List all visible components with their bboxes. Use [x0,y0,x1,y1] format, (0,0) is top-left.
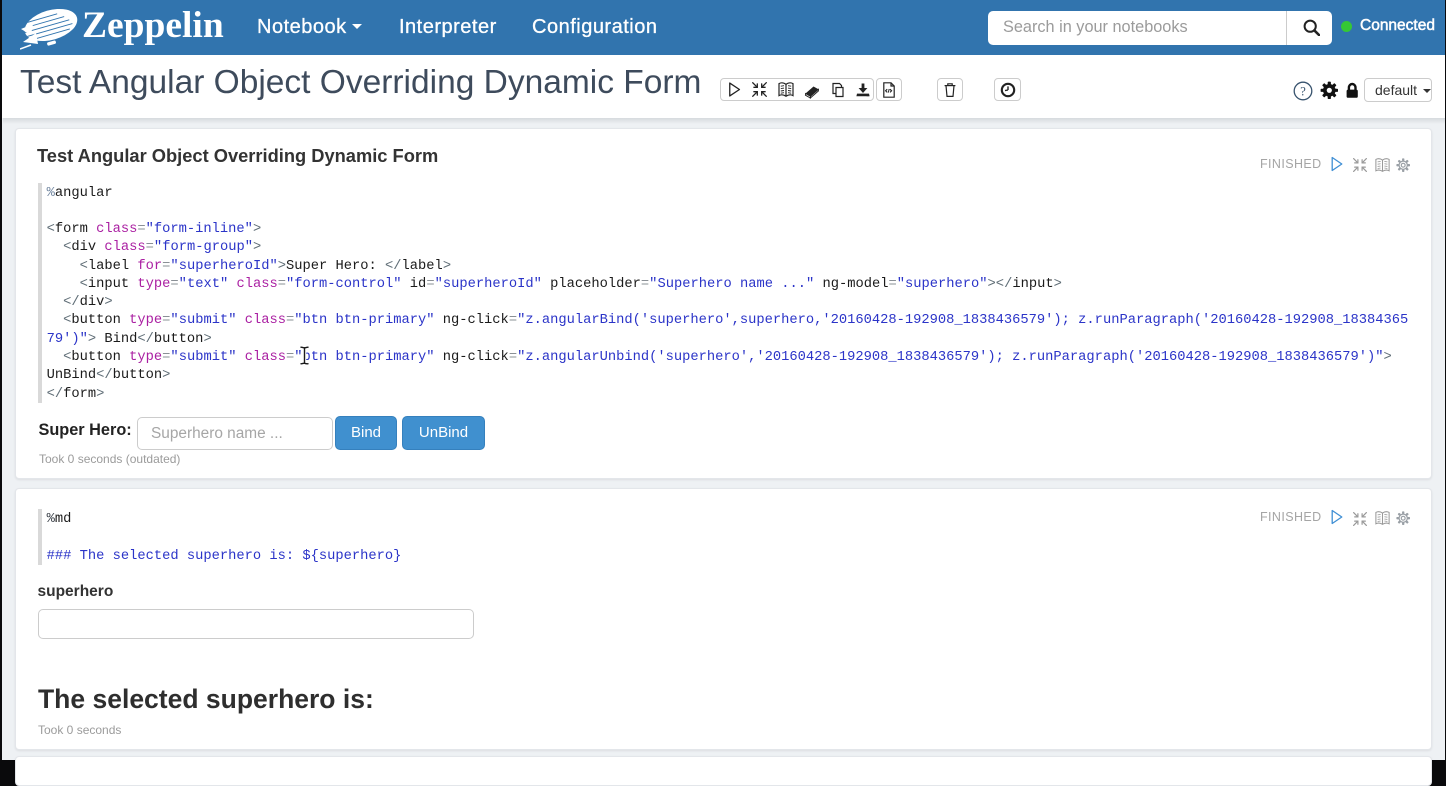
svg-text:?: ? [1300,84,1306,98]
